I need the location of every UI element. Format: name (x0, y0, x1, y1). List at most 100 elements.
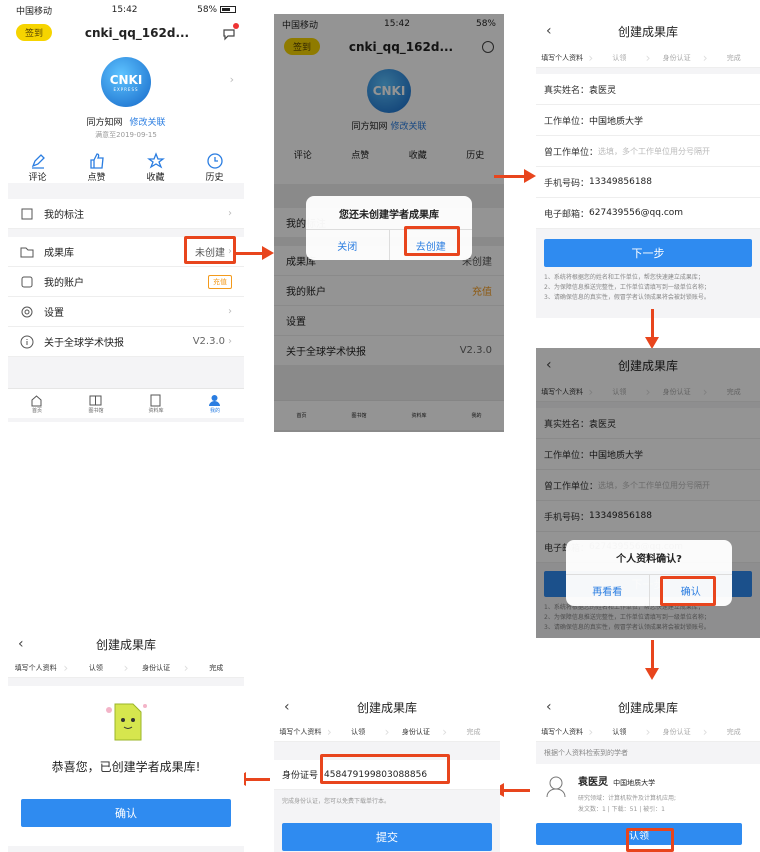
modify-link[interactable]: 修改关联 (129, 118, 165, 128)
carrier-label: 中国移动 (16, 6, 53, 17)
step-3: 身份认证 (142, 663, 171, 672)
flow-arrow-head (645, 668, 659, 680)
menu-item-mark[interactable]: 我的标注 › (8, 199, 244, 229)
menu-item-about[interactable]: 关于全球学术快报 V2.3.0 › (8, 327, 244, 357)
like-action[interactable]: 点赞 (75, 152, 119, 183)
note-line: 3、请确保信息的真实性，假冒学者认领成果将会被封锁账号。 (544, 294, 710, 301)
step-1: 填写个人资料 (541, 53, 584, 62)
star-icon (146, 152, 165, 169)
tab-library[interactable]: 图书馆 (88, 394, 103, 414)
prev-unit-field[interactable]: 曾工作单位： 选填，多个工作单位用分号隔开 (536, 136, 760, 167)
person-icon (209, 394, 221, 406)
menu-label: 关于全球学术快报 (44, 338, 124, 349)
field-label: 身份证号 (282, 771, 319, 781)
book-icon (89, 395, 102, 405)
tab-home[interactable]: 首页 (30, 394, 43, 414)
pen-icon (31, 154, 45, 169)
header: ‹ 创建成果库 (536, 692, 760, 722)
flow-arrow-head (262, 246, 274, 260)
time-label: 15:42 (111, 5, 138, 15)
step-1: 填写个人资料 (14, 663, 57, 672)
field-value: 中国地质大学 (589, 116, 644, 127)
favorite-action[interactable]: 收藏 (134, 152, 178, 183)
notes: 1、系统将根据您的姓名和工作单位，帮您快速建立成果库； 2、为保障信息推送完整性… (536, 267, 760, 309)
logo-text: CNKI (109, 72, 143, 87)
page-title: 创建成果库 (617, 700, 678, 715)
tab-bar: 首页 图书馆 资料库 我的 (8, 388, 244, 418)
note-line: 2、为保障信息推送完整性，工作单位请填写到一级单位名称； (544, 284, 710, 291)
unit-field[interactable]: 工作单位： 中国地质大学 (536, 105, 760, 136)
back-icon[interactable]: ‹ (546, 23, 552, 39)
step-3: 身份认证 (662, 727, 691, 736)
flow-arrow (494, 175, 526, 178)
thumb-up-icon (89, 153, 104, 169)
step-4: 完成 (209, 663, 224, 672)
confirm-button[interactable]: 确认 (21, 799, 231, 827)
header: ‹ 创建成果库 (536, 14, 760, 48)
tab-database[interactable]: 资料库 (148, 394, 163, 414)
recharge-button[interactable]: 充值 (208, 274, 232, 289)
found-label: 根据个人资料检索到的学者 (544, 749, 628, 757)
submit-button[interactable]: 提交 (282, 823, 492, 851)
highlight-id-number (320, 754, 450, 784)
flow-arrow (651, 640, 654, 670)
screen-done: ‹ 创建成果库 填写个人资料 › 认领 › 身份认证 › 完成 恭喜您，已创建学者成果… (8, 630, 244, 852)
clock-icon (206, 153, 223, 169)
header: ‹ 创建成果库 (8, 630, 244, 658)
home-icon (31, 394, 42, 406)
back-icon[interactable]: ‹ (18, 636, 24, 652)
chevron-right-icon: › (228, 208, 232, 219)
close-button[interactable]: 关闭 (306, 230, 390, 260)
battery-label: 58% (197, 5, 218, 15)
flow-arrow (504, 789, 530, 792)
signin-button[interactable]: 签到 (16, 24, 53, 41)
version-label: V2.3.0 (192, 336, 225, 347)
tab-mine[interactable]: 我的 (208, 394, 221, 414)
tab-label: 图书馆 (88, 407, 104, 414)
avatar[interactable]: CNKI EXPRESS (101, 57, 151, 107)
screen-profile-dialog: 中国移动 15:42 58% 签到 cnki_qq_162d... CNKI 同… (274, 14, 504, 432)
step-indicator: 填写个人资料 › 认领 › 身份认证 › 完成 (8, 658, 244, 678)
scholar-field: 研究领域：计算机软件及计算机应用; (578, 795, 677, 802)
field-label: 电子邮箱： (544, 209, 590, 220)
back-icon[interactable]: ‹ (284, 699, 290, 715)
field-label: 工作单位： (544, 116, 590, 127)
page-title: 创建成果库 (95, 637, 156, 652)
dialog-title: 您还未创建学者成果库 (339, 210, 439, 221)
menu-item-account[interactable]: 我的账户 充值 (8, 267, 244, 297)
username: cnki_qq_162d... (84, 25, 190, 40)
step-2: 认领 (612, 53, 627, 62)
action-label: 历史 (205, 173, 224, 183)
highlight-not-created (184, 236, 236, 264)
expire-date: 满意至2019-09-15 (95, 131, 157, 139)
screen-create-form: ‹ 创建成果库 填写个人资料 › 认领 › 身份认证 › 完成 真实姓名： 袁医灵 工作… (536, 14, 760, 318)
flow-arrow (246, 778, 270, 781)
flow-arrow-head (524, 169, 536, 183)
step-2: 认领 (351, 727, 366, 736)
menu-item-settings[interactable]: 设置 › (8, 297, 244, 327)
hint-text: 完成身份认证，您可以免费下载单行本。 (282, 798, 391, 805)
message-icon[interactable] (222, 22, 239, 40)
back-icon[interactable]: ‹ (546, 699, 552, 715)
action-label: 评论 (28, 173, 47, 183)
note-line: 1、系统将根据您的姓名和工作单位，帮您快速建立成果库； (544, 274, 704, 281)
email-field[interactable]: 电子邮箱：627439556@qq.com (536, 198, 760, 229)
step-2: 认领 (612, 727, 627, 736)
tab-label: 资料库 (148, 407, 164, 414)
step-1: 填写个人资料 (541, 727, 584, 736)
menu-label: 我的账户 (44, 278, 84, 289)
next-button[interactable]: 下一步 (544, 239, 752, 267)
chevron-right-icon: › (228, 336, 232, 347)
info-icon (20, 335, 34, 349)
highlight-confirm (660, 576, 716, 606)
folder-icon (20, 245, 34, 259)
menu-label: 设置 (44, 308, 64, 319)
tab-label: 我的 (209, 407, 220, 414)
chevron-right-icon[interactable]: › (230, 73, 234, 86)
comment-action[interactable]: 评论 (16, 152, 60, 183)
phone-field[interactable]: 手机号码： 13349856188 (536, 167, 760, 198)
field-label: 曾工作单位： (544, 147, 599, 158)
review-button[interactable]: 再看看 (566, 575, 650, 606)
history-action[interactable]: 历史 (193, 152, 237, 183)
name-field[interactable]: 真实姓名： 袁医灵 (536, 74, 760, 105)
